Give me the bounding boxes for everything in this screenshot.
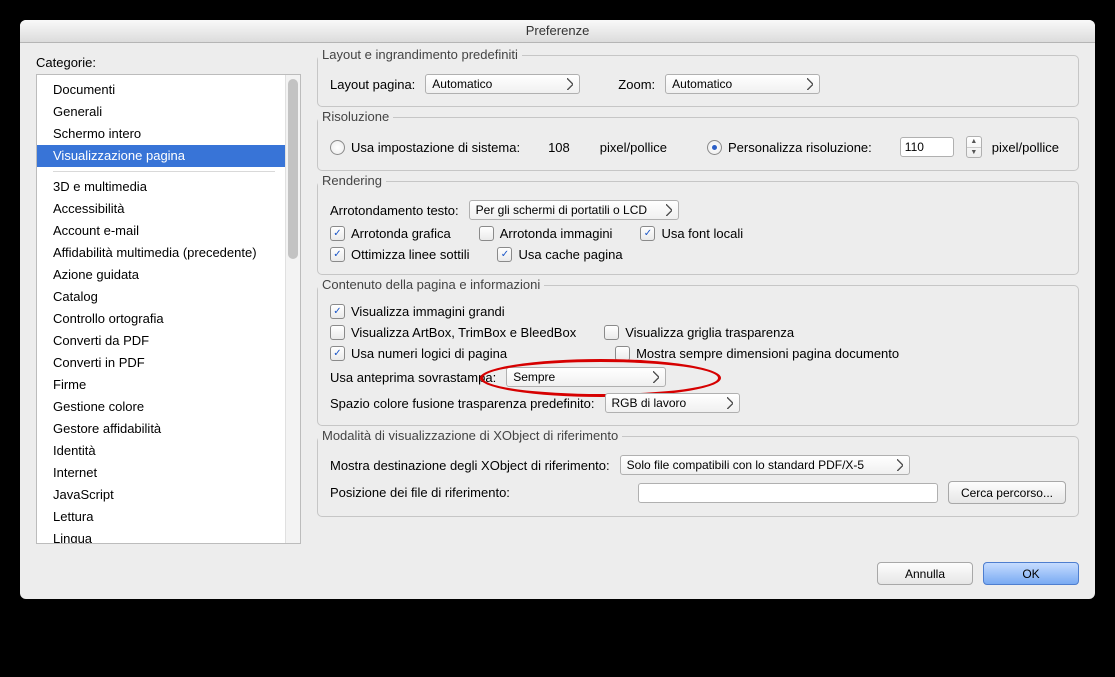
ok-button[interactable]: OK <box>983 562 1079 585</box>
layout-select[interactable]: Automatico <box>425 74 580 94</box>
zoom-label: Zoom: <box>618 77 655 92</box>
sidebar-item[interactable]: Identità <box>37 440 285 462</box>
sidebar-item[interactable]: Accessibilità <box>37 198 285 220</box>
sidebar-item[interactable]: Gestione colore <box>37 396 285 418</box>
xobject-path-input[interactable] <box>638 483 938 503</box>
group-content: Contenuto della pagina e informazioni ✓V… <box>317 285 1079 426</box>
chk-cache[interactable]: ✓Usa cache pagina <box>497 247 622 262</box>
sidebar-item[interactable]: Generali <box>37 101 285 123</box>
sidebar-item[interactable]: Lettura <box>37 506 285 528</box>
chk-local-fonts[interactable]: ✓Usa font locali <box>640 226 743 241</box>
color-space-select[interactable]: RGB di lavoro <box>605 393 740 413</box>
sidebar-item[interactable]: Internet <box>37 462 285 484</box>
sidebar-item[interactable]: Gestore affidabilità <box>37 418 285 440</box>
sidebar-item[interactable]: 3D e multimedia <box>37 176 285 198</box>
group-resolution: Risoluzione Usa impostazione di sistema:… <box>317 117 1079 171</box>
chk-grid[interactable]: Visualizza griglia trasparenza <box>604 325 794 340</box>
sidebar-item[interactable]: Account e-mail <box>37 220 285 242</box>
sidebar-item[interactable]: Visualizzazione pagina <box>37 145 285 167</box>
sidebar-item[interactable]: Catalog <box>37 286 285 308</box>
sidebar-item[interactable]: Lingua <box>37 528 285 543</box>
window-title: Preferenze <box>20 20 1095 43</box>
categories-list: DocumentiGeneraliSchermo interoVisualizz… <box>36 74 301 544</box>
cancel-button[interactable]: Annulla <box>877 562 973 585</box>
scroll-thumb[interactable] <box>288 79 298 259</box>
sidebar-item[interactable]: Schermo intero <box>37 123 285 145</box>
sidebar-item[interactable]: Converti in PDF <box>37 352 285 374</box>
categories-label: Categorie: <box>36 55 301 70</box>
group-xobject: Modalità di visualizzazione di XObject d… <box>317 436 1079 517</box>
sidebar-item[interactable]: JavaScript <box>37 484 285 506</box>
sidebar-item[interactable]: Controllo ortografia <box>37 308 285 330</box>
zoom-select[interactable]: Automatico <box>665 74 820 94</box>
sidebar-item[interactable]: Azione guidata <box>37 264 285 286</box>
chk-artbox[interactable]: Visualizza ArtBox, TrimBox e BleedBox <box>330 325 576 340</box>
group-rendering: Rendering Arrotondamento testo: Per gli … <box>317 181 1079 275</box>
sidebar-item[interactable]: Affidabilità multimedia (precedente) <box>37 242 285 264</box>
chk-thin-lines[interactable]: ✓Ottimizza linee sottili <box>330 247 469 262</box>
chk-big-images[interactable]: ✓Visualizza immagini grandi <box>330 304 505 319</box>
resolution-stepper[interactable]: ▲▼ <box>966 136 982 158</box>
xobject-dest-select[interactable]: Solo file compatibili con lo standard PD… <box>620 455 910 475</box>
sidebar-item[interactable]: Firme <box>37 374 285 396</box>
overprint-select[interactable]: Sempre <box>506 367 666 387</box>
rounding-select[interactable]: Per gli schermi di portatili o LCD <box>469 200 679 220</box>
chk-round-images[interactable]: Arrotonda immagini <box>479 226 613 241</box>
sidebar-item[interactable]: Documenti <box>37 79 285 101</box>
group-layout: Layout e ingrandimento predefiniti Layou… <box>317 55 1079 107</box>
chk-logical-pages[interactable]: ✓Usa numeri logici di pagina <box>330 346 507 361</box>
sidebar-item[interactable]: Converti da PDF <box>37 330 285 352</box>
radio-custom[interactable]: Personalizza risoluzione: <box>707 140 872 155</box>
chk-round-graphics[interactable]: ✓Arrotonda grafica <box>330 226 451 241</box>
resolution-input[interactable] <box>900 137 954 157</box>
layout-label: Layout pagina: <box>330 77 415 92</box>
chk-show-dim[interactable]: Mostra sempre dimensioni pagina document… <box>615 346 899 361</box>
radio-system[interactable]: Usa impostazione di sistema: <box>330 140 520 155</box>
scrollbar[interactable] <box>285 75 300 543</box>
preferences-window: Preferenze Categorie: DocumentiGeneraliS… <box>20 20 1095 599</box>
browse-button[interactable]: Cerca percorso... <box>948 481 1066 504</box>
